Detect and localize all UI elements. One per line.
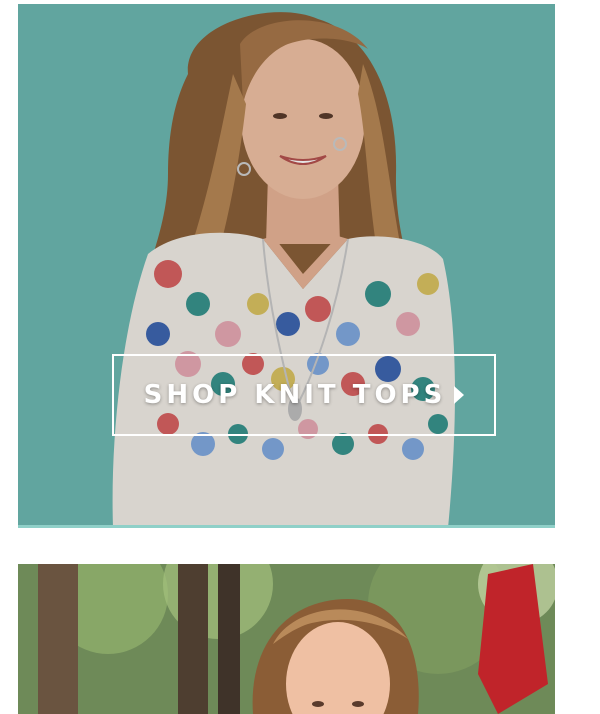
banner-bottom-border	[18, 525, 555, 528]
model-photo-knit-top	[18, 4, 555, 528]
knit-tops-banner[interactable]: SHOP KNIT TOPS	[18, 4, 555, 528]
page: SHOP KNIT TOPS	[0, 0, 600, 714]
shop-knit-tops-button[interactable]: SHOP KNIT TOPS	[112, 354, 496, 436]
second-promo-banner[interactable]	[18, 564, 555, 714]
caret-right-icon	[454, 386, 465, 404]
model-photo-outdoor	[18, 564, 555, 714]
shop-knit-tops-label: SHOP KNIT TOPS	[143, 380, 447, 410]
